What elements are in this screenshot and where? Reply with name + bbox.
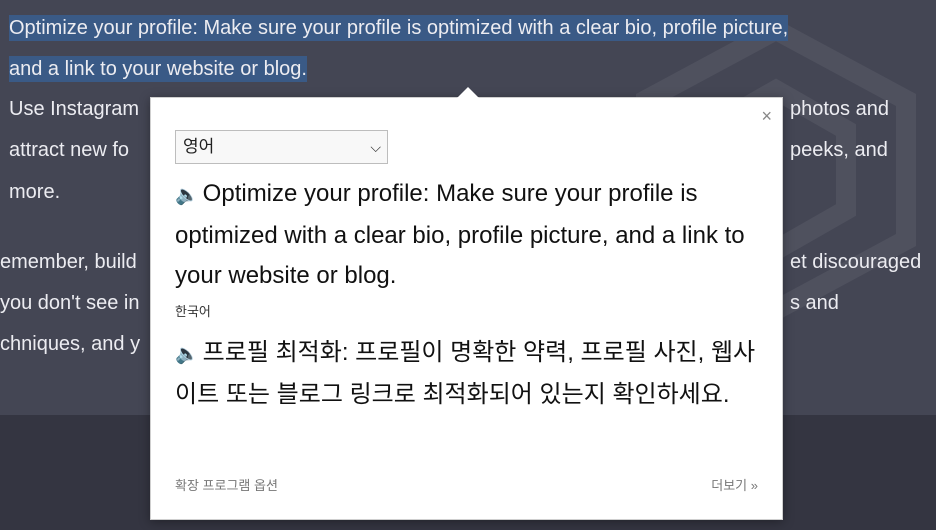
source-text: 🔈 Optimize your profile: Make sure your p… — [175, 174, 767, 296]
paragraph-text-line: chniques, and y — [0, 333, 141, 355]
source-language-select[interactable]: 영어 ⌵ — [175, 130, 388, 164]
speaker-icon[interactable]: 🔈 — [175, 185, 199, 206]
translation-popup: × 영어 ⌵ 🔈 Optimize your profile: Make sure… — [150, 87, 783, 520]
translated-text-content: 프로필 최적화: 프로필이 명확한 약력, 프로필 사진, 웹사이트 또는 블로… — [175, 339, 756, 408]
selected-text-line-2: and a link to your website or blog. — [9, 56, 307, 82]
extension-options-link[interactable]: 확장 프로그램 옵션 — [175, 475, 278, 494]
paragraph-text-line: et discouraged — [790, 251, 922, 273]
translated-text: 🔈 프로필 최적화: 프로필이 명확한 약력, 프로필 사진, 웹사이트 또는 블… — [175, 333, 767, 415]
source-language-value: 영어 — [183, 137, 215, 156]
paragraph-text-line: emember, build — [0, 251, 137, 273]
popup-arrow — [457, 87, 479, 98]
speaker-icon[interactable]: 🔈 — [175, 344, 199, 365]
more-link[interactable]: 더보기 » — [711, 475, 758, 494]
bullet-text-line: Use Instagram — [9, 98, 140, 120]
chevron-down-icon: ⌵ — [370, 139, 381, 155]
close-icon[interactable]: × — [761, 106, 772, 127]
target-language-label: 한국어 — [175, 304, 211, 319]
paragraph-text-line: you don't see in — [0, 292, 140, 314]
source-text-content: Optimize your profile: Make sure your pr… — [175, 180, 745, 289]
bullet-text-line: peeks, and — [790, 139, 888, 161]
bullet-text-line: more. — [9, 181, 61, 203]
selected-text-line-1: Optimize your profile: Make sure your pr… — [9, 15, 789, 41]
paragraph-text-line: s and — [790, 292, 839, 314]
bullet-text-line: attract new fo — [9, 139, 130, 161]
bullet-text-line: photos and — [790, 98, 889, 120]
